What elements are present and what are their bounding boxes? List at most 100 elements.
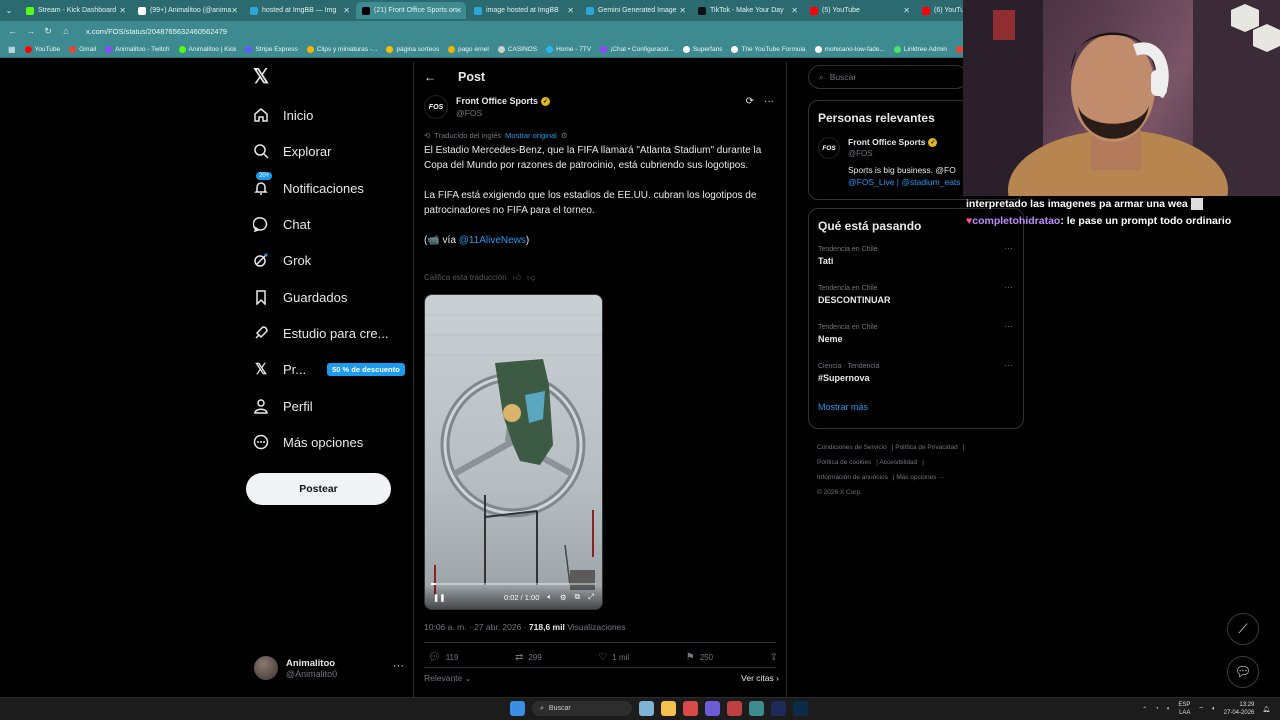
author-handle[interactable]: @FOS [456,108,550,118]
video-player[interactable]: ❚❚ 0:02 / 1:00 🔈︎ ⚙ ⧉ ⤢ [424,294,603,610]
post-author[interactable]: FOS Front Office Sports ✓ @FOS [424,95,551,119]
trend-item[interactable]: Ciencia · Tendencia #Supernova ··· [809,358,1023,397]
language-indicator[interactable]: ESP LAA [1178,701,1190,717]
bookmark-item[interactable]: Linktree Admin [893,45,947,53]
author-avatar[interactable]: FOS [818,137,840,159]
sort-dropdown[interactable]: Relevante ⌄ [424,673,472,684]
tray-icon[interactable]: ◔ [1155,706,1159,712]
account-switcher[interactable]: Animalitoo @Animalito0 ··· [254,656,404,680]
more-horizontal-icon[interactable]: ··· [764,96,774,107]
chrome-icon[interactable] [749,701,764,716]
nav-more[interactable]: Más opciones [252,431,363,453]
nav-bookmarks[interactable]: Guardados [252,286,347,308]
trend-item[interactable]: Tendencia en Chile Neme ··· [809,319,1023,358]
premiere-icon[interactable] [771,701,786,716]
clock[interactable]: 13:29 27-04-2026 [1224,701,1255,717]
browser-tab[interactable]: (99+) Animalitoo (@anima ✕ [132,2,242,19]
legal-link[interactable]: Condiciones de Servicio [817,444,887,451]
chevron-up-icon[interactable]: ⌃ [1142,706,1147,713]
view-quotes-link[interactable]: Ver citas › [741,673,779,684]
more-horizontal-icon[interactable]: ··· [1004,243,1013,253]
trend-item[interactable]: Tendencia en Chile Tati ··· [809,241,1023,280]
forward-icon[interactable]: → [26,26,35,36]
nav-profile[interactable]: Perfil [252,395,313,417]
nav-creator-studio[interactable]: Estudio para cre... [252,322,389,344]
browser-tab[interactable]: Gemini Generated Image ✕ [580,2,690,19]
bookmark-item[interactable]: CASINOS [497,45,537,53]
browser-tab[interactable]: (5) YouTube ✕ [804,2,914,19]
more-horizontal-icon[interactable]: ··· [1004,360,1013,370]
bookmark-item[interactable]: Animalitoo | Kick [178,45,236,53]
author-name[interactable]: Front Office Sports [456,96,538,106]
more-horizontal-icon[interactable]: ··· [393,660,404,672]
browser-tab[interactable]: image hosted at ImgBB ✕ [468,2,578,19]
reply-button[interactable]: 💬︎ 119 [428,652,458,663]
search-input[interactable]: ⌕ Buscar [808,65,968,89]
photoshop-icon[interactable] [793,701,808,716]
back-arrow-icon[interactable]: ← [424,70,436,84]
browser-tab[interactable]: TikTok - Make Your Day ✕ [692,2,802,19]
close-icon[interactable]: ✕ [903,6,910,15]
bio-line[interactable]: @FOS_Live | @stadium_eats [848,177,961,187]
relevant-user-name[interactable]: Front Office Sports [848,137,925,147]
bookmark-item[interactable]: Home - 7TV [546,45,591,53]
bookmark-item[interactable]: Animalitoo - Twitch [105,45,170,53]
tray-icon[interactable]: ◐ [1167,706,1171,712]
taskbar-search[interactable]: ⌕ Buscar [532,701,632,716]
thumbs-up-icon[interactable]: 👍︎ [513,273,521,283]
browser-tab[interactable]: hosted at ImgBB — Img ✕ [244,2,354,19]
repost-button[interactable]: ⇄ 299 [515,652,542,663]
grok-explain-icon[interactable]: ⟳ [746,96,754,107]
home-icon[interactable]: ⌂ [62,26,70,36]
bookmark-item[interactable]: Gmail [69,45,96,53]
bookmark-item[interactable]: mohicano-low-fade... [814,45,885,53]
back-icon[interactable]: ← [8,26,17,36]
bookmark-item[interactable]: Superfans [682,45,722,53]
windows-start-icon[interactable] [510,701,525,716]
pip-icon[interactable]: ⧉ [575,592,580,602]
url-field[interactable]: x.com/FOS/status/2048765632460562479 [86,27,227,36]
legal-link[interactable]: Información de anuncios [817,474,888,481]
messages-float-button[interactable]: 💬︎ [1227,656,1259,688]
nav-chat[interactable]: Chat [252,213,310,235]
widgets-icon[interactable] [639,701,654,716]
nav-notifications[interactable]: 20+ Notificaciones [252,172,364,199]
app-icon[interactable] [683,701,698,716]
apps-grid-icon[interactable]: ▦ [8,45,16,54]
bookmark-item[interactable]: ¡Chat • Configuració... [600,45,674,53]
notification-bell-icon[interactable]: 🔔︎ [1262,706,1270,713]
author-avatar[interactable]: FOS [424,95,448,119]
settings-icon[interactable]: ⚙ [560,593,567,602]
more-horizontal-icon[interactable]: ··· [1004,282,1013,292]
close-icon[interactable]: ✕ [791,6,798,15]
bookmark-item[interactable]: YouTube [24,45,60,53]
close-icon[interactable]: ✕ [567,6,574,15]
grok-float-button[interactable]: ⟋ [1227,613,1259,645]
volume-icon[interactable]: 🔈︎ [1212,706,1216,713]
app-icon[interactable] [727,701,742,716]
reload-icon[interactable]: ↻ [44,26,52,37]
close-icon[interactable]: ✕ [679,6,686,15]
legal-link[interactable]: Política de Privacidad [895,444,958,451]
browser-tab[interactable]: (21) Front Office Sports on ✕ [356,2,466,19]
legal-link[interactable]: Accesibilidad [879,459,917,466]
mention-link[interactable]: @11AliveNews [459,235,526,246]
share-button[interactable]: ⇪ [770,652,778,663]
post-button[interactable]: Postear [246,473,391,505]
close-icon[interactable]: ✕ [343,6,350,15]
bookmark-item[interactable]: pago ernel [448,45,489,53]
discord-icon[interactable] [705,701,720,716]
post-timestamp[interactable]: 10:06 a. m. · 27 abr. 2026 · [424,622,529,632]
trend-item[interactable]: Tendencia en Chile DESCONTINUAR ··· [809,280,1023,319]
pause-icon[interactable]: ❚❚ [433,593,446,602]
nav-premium[interactable]: 𝕏 Pr... 50 % de descuento [252,358,405,380]
settings-icon[interactable]: ⚙ [561,131,568,140]
nav-explore[interactable]: Explorar [252,140,331,162]
bookmark-item[interactable]: Clips y miniaturas -... [306,45,377,53]
close-icon[interactable]: ✕ [119,6,126,15]
nav-home[interactable]: Inicio [252,104,313,126]
more-horizontal-icon[interactable]: ··· [1004,321,1013,331]
file-explorer-icon[interactable] [661,701,676,716]
bookmark-button[interactable]: ⚑ 250 [686,652,713,663]
bookmark-item[interactable]: Stripe Express [245,45,298,53]
